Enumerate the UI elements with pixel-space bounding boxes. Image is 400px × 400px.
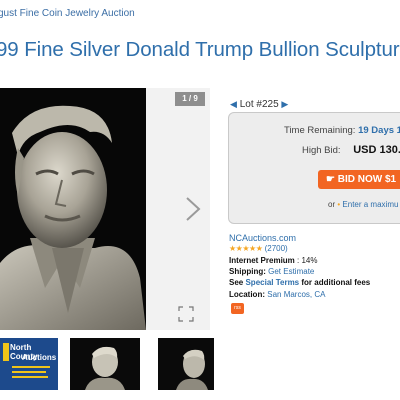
image-counter: 1 / 9 — [175, 92, 205, 106]
next-image-icon[interactable] — [184, 196, 202, 222]
image-gallery: 1 / 9 — [0, 88, 210, 330]
thumbnail-bust-photo — [158, 338, 214, 390]
rating-row: ★★★★★ (2700) — [229, 244, 288, 253]
get-estimate-link[interactable]: Get Estimate — [268, 267, 314, 276]
bulb-icon: • — [337, 200, 341, 209]
next-lot-icon[interactable]: ▶ — [281, 99, 288, 109]
high-bid-value: USD 130.0 — [353, 144, 400, 156]
rating-stars-icon: ★★★★★ — [229, 244, 263, 253]
previous-lot-icon[interactable]: ◀ — [230, 99, 237, 109]
time-remaining-value: 19 Days 1 — [358, 125, 400, 136]
high-bid-row: High Bid: USD 130.0 — [302, 144, 400, 156]
auction-house-link[interactable]: NCAuctions.com — [229, 233, 296, 243]
internet-premium-label: Internet Premium — [229, 256, 295, 265]
thumbnail-3[interactable] — [158, 338, 214, 390]
bid-now-button[interactable]: ☛ BID NOW $1 — [318, 170, 400, 189]
shipping-label: Shipping: — [229, 267, 266, 276]
shipping-row: Shipping: Get Estimate — [229, 267, 314, 276]
special-terms-suffix: for additional fees — [301, 278, 371, 287]
special-terms-link[interactable]: Special Terms — [245, 278, 299, 287]
bid-now-label: BID NOW $1 — [337, 174, 397, 185]
high-bid-label: High Bid: — [302, 145, 341, 156]
special-terms-row: See Special Terms for additional fees — [229, 278, 370, 287]
main-product-photo[interactable] — [0, 88, 146, 330]
lot-number: Lot #225 — [239, 99, 279, 110]
location-label: Location: — [229, 290, 265, 299]
breadcrumb[interactable]: gust Fine Coin Jewelry Auction — [0, 8, 135, 19]
max-bid-row: or • Enter a maximu — [328, 200, 398, 209]
thumbnail-2[interactable] — [70, 338, 140, 390]
bid-hand-icon: ☛ — [326, 174, 335, 185]
location-value[interactable]: San Marcos, CA — [267, 290, 325, 299]
page-title: 99 Fine Silver Donald Trump Bullion Scul… — [0, 38, 400, 61]
lot-navigation: ◀ Lot #225 ▶ — [230, 99, 288, 110]
expand-icon[interactable] — [178, 306, 194, 322]
thumbnail-1[interactable]: North County Auctions — [0, 338, 58, 390]
thumbnail-bust-photo — [70, 338, 140, 390]
special-terms-prefix: See — [229, 278, 244, 287]
location-row: Location: San Marcos, CA — [229, 290, 325, 299]
internet-premium-row: Internet Premium : 14% — [229, 256, 318, 265]
rating-count-link[interactable]: (2700) — [265, 244, 288, 253]
enter-maximum-link[interactable]: Enter a maximu — [342, 200, 398, 209]
rss-icon[interactable]: rss — [231, 303, 244, 314]
time-remaining-row: Time Remaining: 19 Days 1 — [284, 125, 400, 136]
time-remaining-label: Time Remaining: — [284, 125, 356, 136]
thumbnail-logo-graphic — [3, 343, 50, 378]
internet-premium-value: : 14% — [297, 256, 318, 265]
or-text: or — [328, 200, 336, 209]
